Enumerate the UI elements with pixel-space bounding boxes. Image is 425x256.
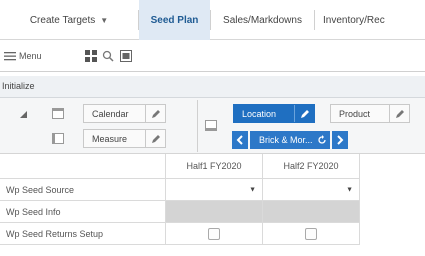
previous-location-button[interactable] [232,131,248,149]
dropdown-arrow-icon: ▼ [346,186,353,193]
pencil-icon [300,109,309,118]
search-button[interactable] [101,48,115,64]
location-selector[interactable]: Brick & Mor... [250,131,330,149]
returns-setup-checkbox[interactable] [305,227,317,240]
dropdown-cell[interactable]: ▼ [166,179,263,201]
column-header[interactable]: Half2 FY2020 [263,154,360,179]
location-filter-icon-wrap [315,135,329,145]
column-header-label: Half2 FY2020 [283,161,339,171]
initialize-bar[interactable]: Initialize [0,76,425,98]
export-button[interactable] [119,48,133,64]
column-header-label: Half1 FY2020 [186,161,242,171]
next-location-button[interactable] [332,131,348,149]
row-header-label: Wp Seed Source [6,184,75,195]
refresh-icon [318,135,326,144]
tab-label: Inventory/Rec [323,14,385,26]
edit-calendar-button[interactable] [145,105,165,122]
returns-setup-checkbox[interactable] [208,227,220,240]
grid-view-icon [85,50,97,62]
measure-label: Measure [92,133,128,144]
menu-button[interactable]: Menu [4,49,42,63]
chevron-right-icon [337,135,344,145]
toolbar: Menu [0,40,425,72]
pencil-icon [151,109,160,118]
tab-create-targets[interactable]: Create Targets ▼ [0,0,138,40]
pencil-icon [151,134,160,143]
calendar-tile[interactable]: Calendar [83,104,166,123]
readonly-cell [263,201,360,223]
tab-label: Sales/Markdowns [223,14,302,26]
product-label: Product [339,108,371,119]
page-axis-icon [205,120,217,131]
checkbox-cell [263,223,360,245]
chevron-left-icon [236,135,243,145]
row-header-label: Wp Seed Info [6,206,61,217]
dropdown-cell[interactable]: ▼ [263,179,360,201]
collapse-triangle-icon[interactable] [20,111,28,119]
row-header: Wp Seed Info [0,201,166,223]
menu-label: Menu [19,51,42,61]
location-tile[interactable]: Location [233,104,315,123]
tab-bar: Create Targets ▼ Seed Plan Sales/Markdow… [0,0,425,40]
readonly-cell [166,201,263,223]
location-label: Location [242,108,277,119]
row-header: Wp Seed Returns Setup [0,223,166,245]
row-header: Wp Seed Source [0,179,166,201]
grid-view-button[interactable] [84,48,98,64]
pencil-icon [395,109,404,118]
data-grid: Half1 FY2020 Half2 FY2020 Wp Seed Source… [0,154,425,256]
row-header-label: Wp Seed Returns Setup [6,228,104,239]
edit-product-button[interactable] [389,105,409,122]
initialize-label: Initialize [2,81,35,91]
hamburger-icon [4,52,16,61]
tab-sales-markdowns[interactable]: Sales/Markdowns [211,0,314,40]
edit-location-button[interactable] [294,105,314,122]
chevron-down-icon: ▼ [100,15,109,25]
row-header-icon [52,108,64,119]
column-header[interactable]: Half1 FY2020 [166,154,263,179]
location-value: Brick & Mor... [259,135,313,145]
column-header-icon [52,133,64,144]
measure-tile[interactable]: Measure [83,129,166,148]
tab-seed-plan[interactable]: Seed Plan [139,0,210,40]
table-export-icon [120,50,132,62]
checkbox-cell [166,223,263,245]
search-icon [102,50,114,62]
corner-cell [0,154,166,179]
product-tile[interactable]: Product [330,104,410,123]
tab-label: Seed Plan [150,14,199,26]
dropdown-arrow-icon: ▼ [249,186,256,193]
edit-measure-button[interactable] [145,130,165,147]
calendar-label: Calendar [92,108,129,119]
pivot-divider [197,100,198,152]
tab-label: Create Targets [29,14,96,26]
pivot-area: Calendar Measure Location Product Brick … [0,98,425,154]
tab-inventory[interactable]: Inventory/Rec [315,0,425,40]
